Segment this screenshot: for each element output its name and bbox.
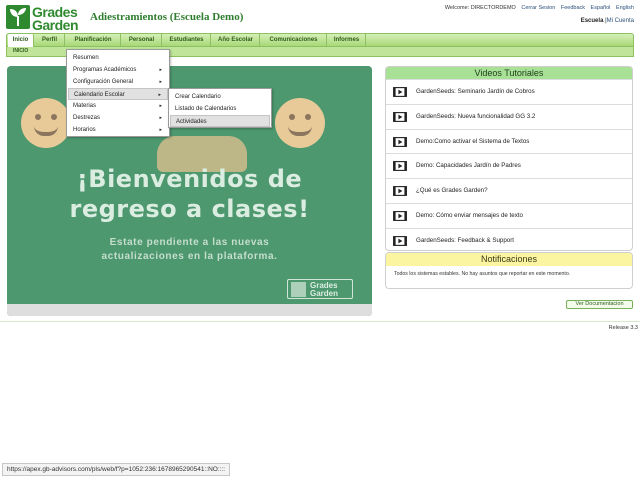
chevron-right-icon: ▸: [159, 103, 162, 109]
video-item[interactable]: GardenSeeds: Nueva funcionalidad GG 3.2: [386, 103, 632, 129]
video-title: Demo:Como activar el Sistema de Textos: [416, 137, 530, 145]
main-nav: Inicio Perfil Planificación Personal Est…: [6, 33, 634, 47]
notifications-text: Todos los sistemas estables. No hay asun…: [394, 271, 571, 277]
menu-item-configuracion-general[interactable]: Configuración General ▸: [68, 76, 168, 88]
notifications-title: Notificaciones: [386, 253, 632, 266]
planificacion-menu: Resumen Programas Académicos ▸ Configurac…: [66, 49, 170, 137]
video-title: Demo: Cómo enviar mensajes de texto: [416, 212, 523, 219]
video-play-icon: [393, 136, 407, 147]
tab-inicio[interactable]: Inicio: [8, 34, 34, 47]
video-item[interactable]: ¿Qué es Grades Garden?: [386, 178, 632, 203]
notifications-panel: Notificaciones Todos los sistemas establ…: [385, 252, 633, 289]
calendario-submenu: Crear Calendario Listado de Calendarios …: [168, 88, 272, 128]
video-title: GardenSeeds: Feedback & Support: [416, 236, 515, 244]
tab-estudiantes[interactable]: Estudiantes: [163, 34, 211, 47]
video-play-icon: [393, 235, 407, 246]
chevron-right-icon: ▸: [159, 67, 162, 73]
video-play-icon: [393, 161, 407, 172]
banner-footer-strip: [7, 304, 372, 316]
video-title: GardenSeeds: Seminario Jardín de Cobros: [416, 88, 535, 95]
video-title: Demo: Capacidades Jardín de Padres: [416, 162, 521, 170]
tab-informes[interactable]: Informes: [328, 34, 366, 47]
menu-item-materias[interactable]: Materias ▸: [68, 100, 168, 112]
chevron-right-icon: ▸: [159, 79, 162, 85]
video-item[interactable]: Demo: Capacidades Jardín de Padres: [386, 153, 632, 178]
sprout-icon: [6, 5, 30, 29]
school-label: Escuela: [580, 18, 604, 24]
tab-perfil[interactable]: Perfil: [35, 34, 65, 47]
video-title: ¿Qué es Grades Garden?: [416, 187, 488, 195]
logout-link[interactable]: Cerrar Sesion: [521, 5, 555, 11]
chevron-right-icon: ▸: [159, 127, 162, 133]
lang-es-link[interactable]: Español: [591, 5, 611, 11]
video-play-icon: [393, 186, 407, 197]
tab-comunicaciones[interactable]: Comunicaciones: [261, 34, 327, 47]
videos-panel-title: Videos Tutoriales: [386, 67, 632, 79]
menu-item-horarios[interactable]: Horarios ▸: [68, 124, 168, 136]
top-links: Welcome: DIRECTORDEMO Cerrar Sesion Feed…: [441, 5, 634, 11]
menu-item-calendario-escolar[interactable]: Calendario Escolar ▸: [68, 88, 168, 100]
video-play-icon: [393, 111, 407, 122]
divider: [0, 321, 640, 322]
tab-personal[interactable]: Personal: [122, 34, 162, 47]
submenu-item-actividades[interactable]: Actividades: [170, 115, 270, 127]
video-item[interactable]: GardenSeeds: Seminario Jardín de Cobros: [386, 79, 632, 104]
menu-item-programas-academicos[interactable]: Programas Académicos ▸: [68, 64, 168, 76]
menu-item-resumen[interactable]: Resumen: [68, 52, 168, 64]
video-title: GardenSeeds: Nueva funcionalidad GG 3.2: [416, 112, 536, 120]
my-account-link[interactable]: Mi Cuenta: [607, 18, 634, 24]
video-play-icon: [393, 87, 407, 97]
logo-text-garden: Garden: [32, 17, 79, 33]
chevron-right-icon: ▸: [159, 115, 162, 121]
lang-en-link[interactable]: English: [616, 5, 634, 11]
grades-garden-logo[interactable]: Grades Garden: [6, 4, 84, 33]
tab-ano-escolar[interactable]: Año Escolar: [212, 34, 260, 47]
video-play-icon: [393, 211, 407, 221]
feedback-link[interactable]: Feedback: [561, 5, 585, 11]
submenu-item-listado-calendarios[interactable]: Listado de Calendarios: [170, 103, 270, 115]
release-version: Release 3.3: [608, 325, 638, 331]
app-title: Adiestramientos (Escuela Demo): [90, 11, 244, 23]
breadcrumb[interactable]: INICIO: [13, 48, 28, 54]
view-documentation-button[interactable]: Ver Documentacion: [566, 300, 633, 309]
video-item[interactable]: Demo:Como activar el Sistema de Textos: [386, 128, 632, 154]
tab-planificacion[interactable]: Planificación: [66, 34, 121, 47]
video-item[interactable]: Demo: Cómo enviar mensajes de texto: [386, 203, 632, 228]
welcome-text: Welcome: DIRECTORDEMO: [444, 5, 516, 11]
menu-item-destrezas[interactable]: Destrezas ▸: [68, 112, 168, 124]
video-item[interactable]: GardenSeeds: Feedback & Support: [386, 227, 632, 250]
status-url-bar: https://apex.gb-advisors.com/pls/web/f?p…: [2, 463, 231, 476]
school-line: Escuela |Mi Cuenta: [581, 18, 634, 24]
videos-panel: Videos Tutoriales GardenSeeds: Seminario…: [385, 66, 633, 251]
submenu-item-crear-calendario[interactable]: Crear Calendario: [170, 91, 270, 103]
